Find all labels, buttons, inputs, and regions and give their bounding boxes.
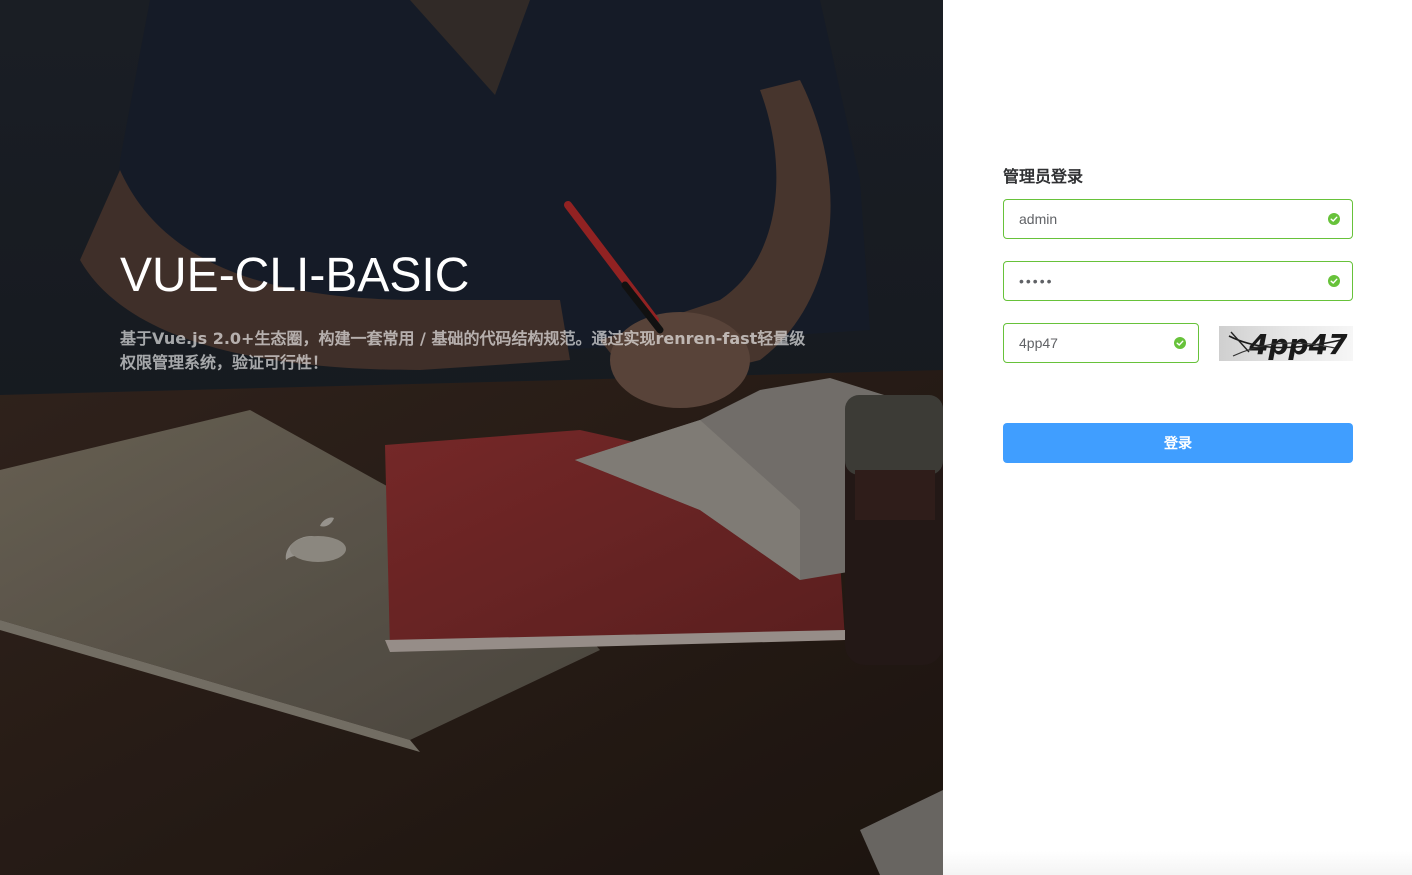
login-panel: 管理员登录 admin ••••• 4pp47 4pp47 登录 bbox=[943, 0, 1412, 875]
captcha-input[interactable] bbox=[1004, 324, 1198, 362]
captcha-graphic: 4pp47 bbox=[1219, 326, 1353, 361]
captcha-field[interactable] bbox=[1003, 323, 1199, 363]
valid-check-icon bbox=[1328, 213, 1340, 225]
valid-check-icon bbox=[1328, 275, 1340, 287]
hero-description: 基于Vue.js 2.0+生态圈，构建一套常用 / 基础的代码结构规范。通过实现… bbox=[120, 329, 806, 372]
captcha-image[interactable]: 4pp47 bbox=[1219, 326, 1353, 361]
login-title: 管理员登录 bbox=[1003, 167, 1084, 186]
hero-background-photo bbox=[0, 0, 943, 875]
username-input[interactable] bbox=[1004, 200, 1352, 238]
password-field[interactable] bbox=[1003, 261, 1353, 301]
hero-banner: VUE-CLI-BASIC 基于Vue.js 2.0+生态圈，构建一套常用 / … bbox=[0, 0, 943, 875]
username-field[interactable] bbox=[1003, 199, 1353, 239]
hero-title: VUE-CLI-BASIC bbox=[120, 249, 470, 302]
valid-check-icon bbox=[1174, 337, 1186, 349]
panel-bottom-shade bbox=[943, 851, 1412, 875]
captcha-text: 4pp47 bbox=[1248, 328, 1348, 361]
login-button[interactable]: 登录 bbox=[1003, 423, 1353, 463]
password-input[interactable] bbox=[1004, 262, 1352, 300]
